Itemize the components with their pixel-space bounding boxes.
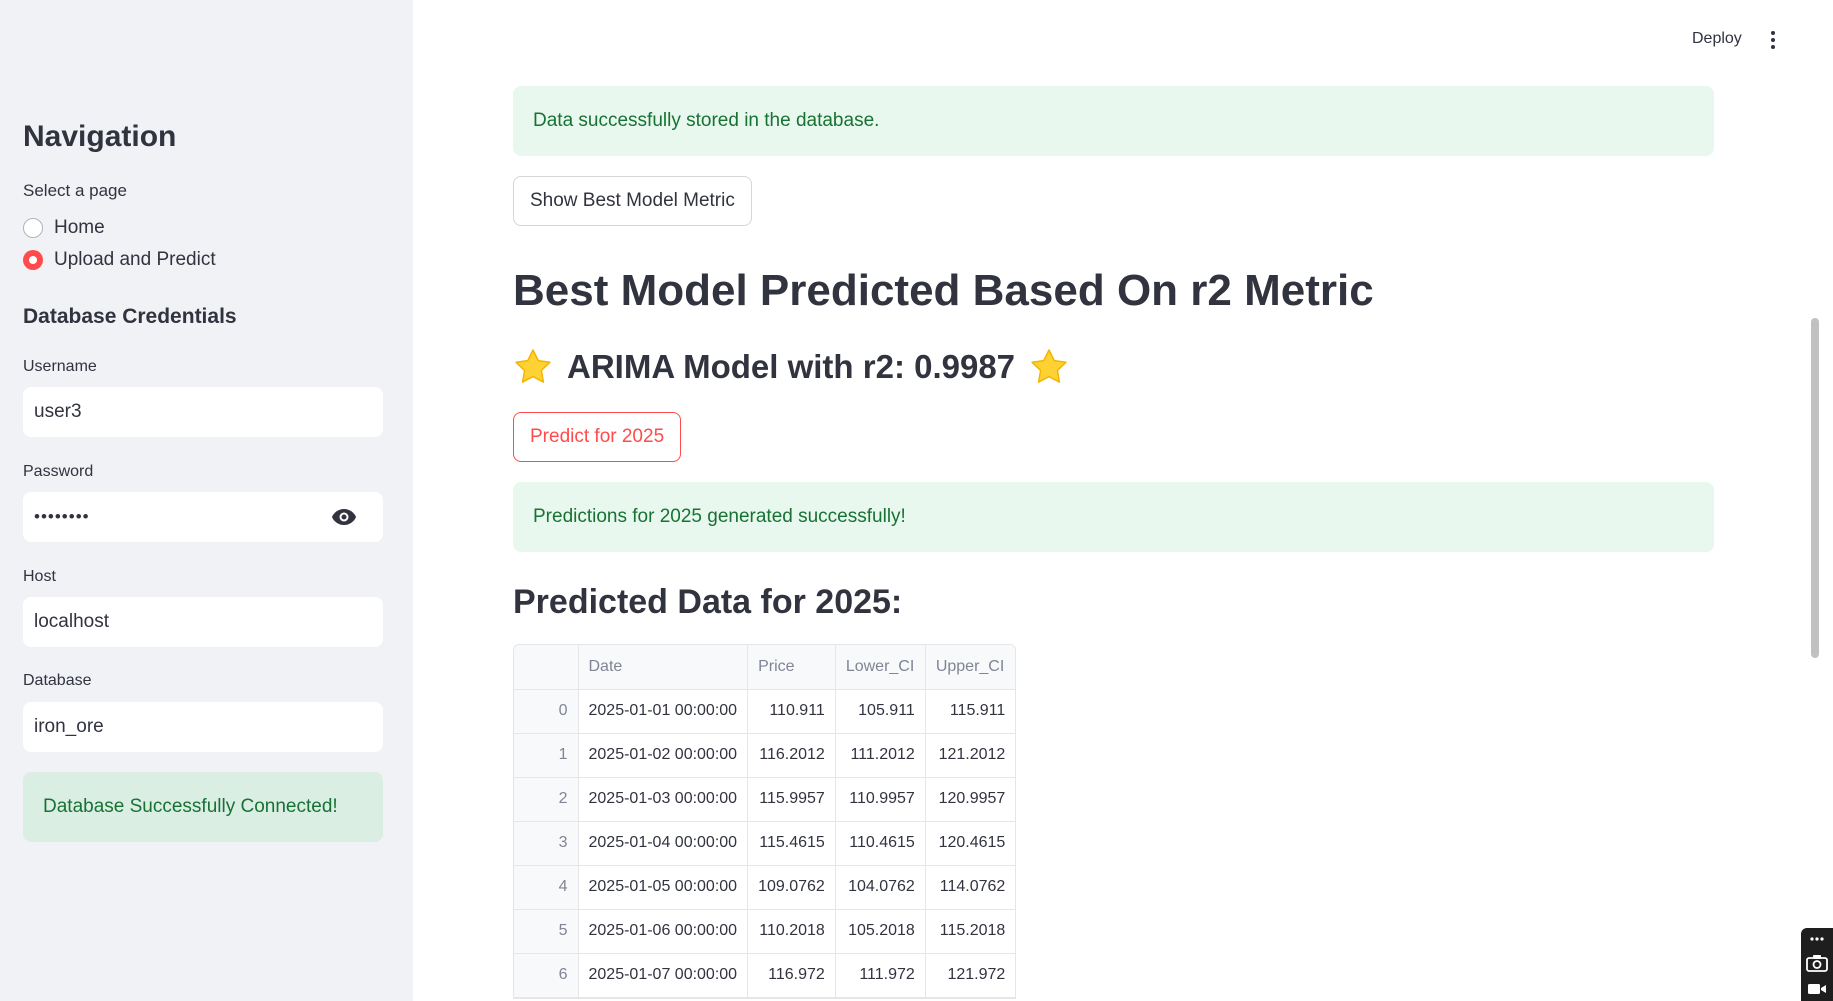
price-cell[interactable]: 109.0762 — [747, 865, 836, 910]
scrollbar-thumb[interactable] — [1811, 318, 1819, 658]
upper-ci-cell[interactable]: 115.911 — [925, 689, 1016, 734]
credentials-title: Database Credentials — [23, 305, 237, 328]
column-header-index[interactable] — [514, 645, 579, 690]
page-select-label: Select a page — [23, 181, 127, 200]
model-result-heading: ARIMA Model with r2: 0.9987 — [513, 347, 1069, 387]
video-icon[interactable] — [1807, 982, 1827, 996]
database-input[interactable] — [34, 716, 372, 738]
date-cell[interactable]: 2025-01-06 00:00:00 — [578, 909, 749, 954]
lower-ci-cell[interactable]: 105.911 — [835, 689, 926, 734]
date-cell[interactable]: 2025-01-07 00:00:00 — [578, 953, 749, 998]
table-header-row: Date Price Lower_CI Upper_CI — [514, 645, 1016, 690]
column-header-upper-ci[interactable]: Upper_CI — [925, 645, 1016, 690]
radio-label-home: Home — [54, 217, 105, 238]
camera-icon[interactable] — [1806, 954, 1828, 972]
username-label: Username — [23, 358, 97, 375]
database-field[interactable] — [23, 702, 383, 752]
table-row[interactable]: 4 2025-01-05 00:00:00 109.0762 104.0762 … — [514, 865, 1016, 910]
show-best-model-metric-button[interactable]: Show Best Model Metric — [513, 176, 752, 226]
upper-ci-cell[interactable]: 121.2012 — [925, 733, 1016, 778]
table-row[interactable]: 6 2025-01-07 00:00:00 116.972 111.972 12… — [514, 953, 1016, 998]
model-result-text: ARIMA Model with r2: 0.9987 — [567, 348, 1016, 385]
row-index: 0 — [514, 689, 579, 734]
radio-label-upload-predict: Upload and Predict — [54, 249, 216, 270]
column-header-date[interactable]: Date — [578, 645, 749, 690]
row-index: 6 — [514, 953, 579, 998]
upper-ci-cell[interactable]: 121.972 — [925, 953, 1016, 998]
floating-toolbar[interactable] — [1801, 928, 1833, 1001]
more-icon[interactable] — [1808, 934, 1826, 944]
lower-ci-cell[interactable]: 105.2018 — [835, 909, 926, 954]
table-row[interactable]: 5 2025-01-06 00:00:00 110.2018 105.2018 … — [514, 909, 1016, 954]
password-input[interactable]: •••••••• — [34, 507, 331, 527]
radio-unchecked-icon[interactable] — [23, 218, 43, 238]
lower-ci-cell[interactable]: 111.972 — [835, 953, 926, 998]
password-label: Password — [23, 463, 94, 480]
date-cell[interactable]: 2025-01-03 00:00:00 — [578, 777, 749, 822]
upper-ci-cell[interactable]: 114.0762 — [925, 865, 1016, 910]
table-row[interactable]: 0 2025-01-01 00:00:00 110.911 105.911 11… — [514, 689, 1016, 734]
row-index: 5 — [514, 909, 579, 954]
upper-ci-cell[interactable]: 115.2018 — [925, 909, 1016, 954]
column-header-price[interactable]: Price — [747, 645, 836, 690]
price-cell[interactable]: 115.4615 — [747, 821, 836, 866]
predictions-success-alert: Predictions for 2025 generated successfu… — [513, 482, 1714, 552]
predicted-data-heading: Predicted Data for 2025: — [513, 583, 903, 621]
row-index: 3 — [514, 821, 579, 866]
table-row[interactable]: 3 2025-01-04 00:00:00 115.4615 110.4615 … — [514, 821, 1016, 866]
eye-icon[interactable] — [331, 504, 357, 530]
table-row[interactable]: 2 2025-01-03 00:00:00 115.9957 110.9957 … — [514, 777, 1016, 822]
connection-success-alert: Database Successfully Connected! — [23, 772, 383, 842]
deploy-button[interactable]: Deploy — [1686, 28, 1748, 50]
radio-checked-icon[interactable] — [23, 250, 43, 270]
row-index: 1 — [514, 733, 579, 778]
upper-ci-cell[interactable]: 120.4615 — [925, 821, 1016, 866]
main-content: Deploy Data successfully stored in the d… — [413, 0, 1833, 1001]
username-field[interactable] — [23, 387, 383, 437]
row-index: 4 — [514, 865, 579, 910]
star-icon — [1031, 349, 1067, 383]
sidebar: Navigation Select a page Home Upload and… — [0, 0, 413, 1001]
best-model-heading: Best Model Predicted Based On r2 Metric — [513, 266, 1374, 315]
kebab-menu-icon[interactable] — [1763, 28, 1783, 52]
sidebar-title: Navigation — [23, 120, 177, 153]
lower-ci-cell[interactable]: 111.2012 — [835, 733, 926, 778]
table-row[interactable]: 1 2025-01-02 00:00:00 116.2012 111.2012 … — [514, 733, 1016, 778]
radio-option-upload-predict[interactable]: Upload and Predict — [23, 249, 216, 271]
date-cell[interactable]: 2025-01-04 00:00:00 — [578, 821, 749, 866]
password-field[interactable]: •••••••• — [23, 492, 383, 542]
column-header-lower-ci[interactable]: Lower_CI — [835, 645, 926, 690]
date-cell[interactable]: 2025-01-05 00:00:00 — [578, 865, 749, 910]
host-label: Host — [23, 568, 56, 585]
radio-option-home[interactable]: Home — [23, 217, 105, 239]
star-icon — [515, 349, 551, 383]
lower-ci-cell[interactable]: 110.4615 — [835, 821, 926, 866]
row-index: 2 — [514, 777, 579, 822]
host-field[interactable] — [23, 597, 383, 647]
predict-2025-button[interactable]: Predict for 2025 — [513, 412, 682, 462]
price-cell[interactable]: 115.9957 — [747, 777, 836, 822]
price-cell[interactable]: 116.2012 — [747, 733, 836, 778]
lower-ci-cell[interactable]: 104.0762 — [835, 865, 926, 910]
price-cell[interactable]: 116.972 — [747, 953, 836, 998]
date-cell[interactable]: 2025-01-02 00:00:00 — [578, 733, 749, 778]
price-cell[interactable]: 110.911 — [747, 689, 836, 734]
upper-ci-cell[interactable]: 120.9957 — [925, 777, 1016, 822]
stored-success-alert: Data successfully stored in the database… — [513, 86, 1714, 156]
username-input[interactable] — [34, 401, 372, 423]
predictions-table[interactable]: Date Price Lower_CI Upper_CI 0 2025-01-0… — [513, 644, 1017, 999]
date-cell[interactable]: 2025-01-01 00:00:00 — [578, 689, 749, 734]
lower-ci-cell[interactable]: 110.9957 — [835, 777, 926, 822]
price-cell[interactable]: 110.2018 — [747, 909, 836, 954]
database-label: Database — [23, 672, 92, 689]
host-input[interactable] — [34, 611, 372, 633]
